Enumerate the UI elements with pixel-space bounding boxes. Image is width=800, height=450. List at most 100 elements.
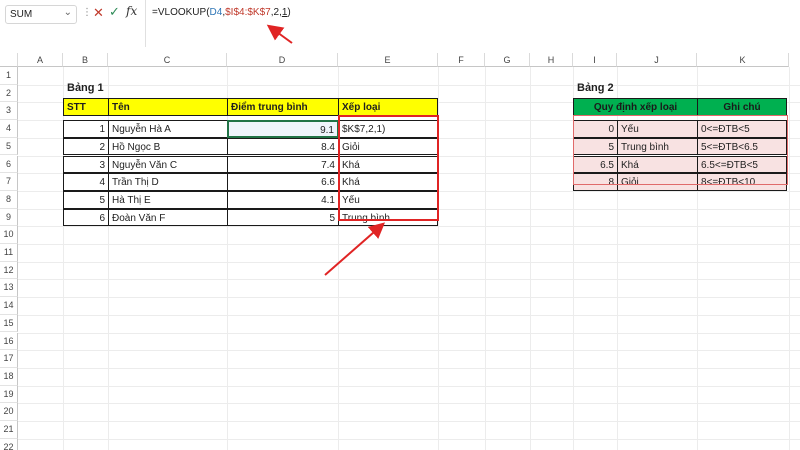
close-icon[interactable]: ✕	[93, 5, 104, 21]
gridline-horizontal	[18, 279, 800, 281]
row-header-16[interactable]: 16	[0, 332, 18, 351]
table1-cell-xeploai[interactable]: Trung bình	[338, 208, 438, 227]
table2-cell-xeploai[interactable]: Trung bình	[617, 137, 698, 156]
table1-cell-diem[interactable]: 7.4	[227, 155, 339, 174]
row-header-12[interactable]: 12	[0, 261, 18, 280]
gridline-horizontal	[18, 332, 800, 334]
spreadsheet-grid[interactable]: ABCDEFGHIJK 1 2 3 4 5 6 7 8 9 10 11 12 13 14 15 16 17 18 1…	[0, 53, 800, 450]
row-header-8[interactable]: 8	[0, 190, 18, 209]
column-header-h[interactable]: H	[530, 53, 573, 67]
check-icon[interactable]: ✓	[109, 4, 120, 20]
gridline-horizontal	[18, 314, 800, 316]
gridline-horizontal	[18, 350, 800, 352]
table1-cell-xeploai[interactable]: Yếu	[338, 190, 438, 209]
column-header-c[interactable]: C	[108, 53, 227, 67]
table1-cell-xeploai[interactable]: Khá	[338, 173, 438, 191]
row-header-11[interactable]: 11	[0, 244, 18, 262]
table1-cell-diem[interactable]: 6.6	[227, 173, 339, 191]
table1-cell-ten[interactable]: Hồ Ngọc B	[108, 137, 228, 156]
row-header-6[interactable]: 6	[0, 155, 18, 174]
chevron-down-icon[interactable]: ⌄	[64, 7, 72, 18]
row-header-15[interactable]: 15	[0, 314, 18, 333]
row-header-14[interactable]: 14	[0, 297, 18, 315]
name-box[interactable]: SUM ⌄	[5, 5, 77, 24]
table2-header-ghichu[interactable]: Ghi chú	[697, 98, 787, 116]
table1-cell-stt[interactable]: 5	[63, 190, 109, 209]
table2-cell-xeploai[interactable]: Yếu	[617, 120, 698, 138]
table2-cell-nguong[interactable]: 0	[573, 120, 618, 138]
gridline-horizontal	[18, 244, 800, 245]
column-header-k[interactable]: K	[697, 53, 789, 67]
column-header-f[interactable]: F	[438, 53, 485, 67]
table2-cell-nguong[interactable]: 5	[573, 137, 618, 156]
row-header-3[interactable]: 3	[0, 102, 18, 121]
row-header-2[interactable]: 2	[0, 84, 18, 103]
select-all-corner[interactable]	[0, 53, 18, 67]
column-header-i[interactable]: I	[573, 53, 617, 67]
table1-cell-diem[interactable]: 4.1	[227, 190, 339, 209]
row-header-21[interactable]: 21	[0, 421, 18, 439]
table1-cell-diem[interactable]: 8.4	[227, 137, 339, 156]
table1-cell-stt[interactable]: 2	[63, 137, 109, 156]
table1-cell-stt[interactable]: 1	[63, 120, 109, 138]
table2-cell-ghichu[interactable]: 5<=ĐTB<6.5	[697, 137, 787, 156]
table1-cell-xeploai[interactable]: $K$7,2,1)	[338, 120, 438, 138]
column-header-j[interactable]: J	[617, 53, 697, 67]
row-header-5[interactable]: 5	[0, 137, 18, 156]
row-header-4[interactable]: 4	[0, 120, 18, 138]
formula-input[interactable]: =VLOOKUP(D4,$I$4:$K$7,2,1)	[152, 7, 291, 18]
table2-title[interactable]: Bảng 2	[574, 80, 664, 98]
gridline-horizontal	[18, 438, 800, 440]
column-header-g[interactable]: G	[485, 53, 530, 67]
table1-cell-xeploai[interactable]: Khá	[338, 155, 438, 174]
table1-cell-stt[interactable]: 4	[63, 173, 109, 191]
row-header-17[interactable]: 17	[0, 350, 18, 368]
row-header-7[interactable]: 7	[0, 173, 18, 191]
table1-cell-stt[interactable]: 6	[63, 208, 109, 227]
column-header-e[interactable]: E	[338, 53, 438, 67]
table1-cell-ten[interactable]: Trần Thị D	[108, 173, 228, 191]
table2-cell-ghichu[interactable]: 0<=ĐTB<5	[697, 120, 787, 138]
gridline-horizontal	[18, 403, 800, 405]
table2-cell-nguong[interactable]: 6.5	[573, 155, 618, 174]
fx-icon[interactable]: fx	[126, 4, 137, 18]
formula-bar: SUM ⌄ ⋮ ✕ ✓ fx =VLOOKUP(D4,$I$4:$K$7,2,1…	[0, 0, 800, 47]
row-header-20[interactable]: 20	[0, 403, 18, 421]
table1-cell-diem[interactable]: 9.1	[227, 120, 339, 138]
formula-ref-d4: D4	[209, 7, 223, 18]
table1-cell-stt[interactable]: 3	[63, 155, 109, 174]
more-icon[interactable]: ⋮	[82, 7, 92, 18]
row-header-1[interactable]: 1	[0, 67, 18, 85]
table1-cell-diem[interactable]: 5	[227, 208, 339, 227]
row-header-18[interactable]: 18	[0, 367, 18, 386]
table1-cell-ten[interactable]: Hà Thị E	[108, 190, 228, 209]
table1-cell-ten[interactable]: Nguyễn Hà A	[108, 120, 228, 138]
table1-cell-ten[interactable]: Nguyễn Văn C	[108, 155, 228, 174]
row-header-19[interactable]: 19	[0, 385, 18, 404]
table1-header-ten[interactable]: Tên	[108, 98, 228, 116]
table1-title[interactable]: Bảng 1	[64, 80, 154, 98]
row-header-22[interactable]: 22	[0, 438, 18, 450]
gridline-horizontal	[18, 385, 800, 387]
table2-header-quydinh[interactable]: Quy định xếp loại	[573, 98, 698, 116]
table1-cell-ten[interactable]: Đoàn Văn F	[108, 208, 228, 227]
column-header-a[interactable]: A	[18, 53, 63, 67]
formula-ref-range: $I$4:$K$7	[225, 7, 271, 18]
table1-cell-xeploai[interactable]: Giỏi	[338, 137, 438, 156]
column-header-b[interactable]: B	[63, 53, 108, 67]
table2-cell-ghichu[interactable]: 6.5<=ĐTB<5	[697, 155, 787, 174]
gridline-horizontal	[18, 297, 800, 299]
gridline-vertical	[485, 67, 486, 450]
table2-cell-nguong[interactable]: 8	[573, 173, 618, 191]
table2-cell-xeploai[interactable]: Giỏi	[617, 173, 698, 191]
table1-header-stt[interactable]: STT	[63, 98, 109, 116]
row-header-9[interactable]: 9	[0, 208, 18, 227]
table2-cell-ghichu[interactable]: 8<=ĐTB<10	[697, 173, 787, 191]
gridline-horizontal	[18, 261, 800, 263]
table2-cell-xeploai[interactable]: Khá	[617, 155, 698, 174]
column-header-d[interactable]: D	[227, 53, 338, 67]
table1-header-diem[interactable]: Điểm trung bình	[227, 98, 339, 116]
table1-header-xeploai[interactable]: Xếp loại	[338, 98, 438, 116]
row-header-13[interactable]: 13	[0, 279, 18, 298]
row-header-10[interactable]: 10	[0, 226, 18, 244]
